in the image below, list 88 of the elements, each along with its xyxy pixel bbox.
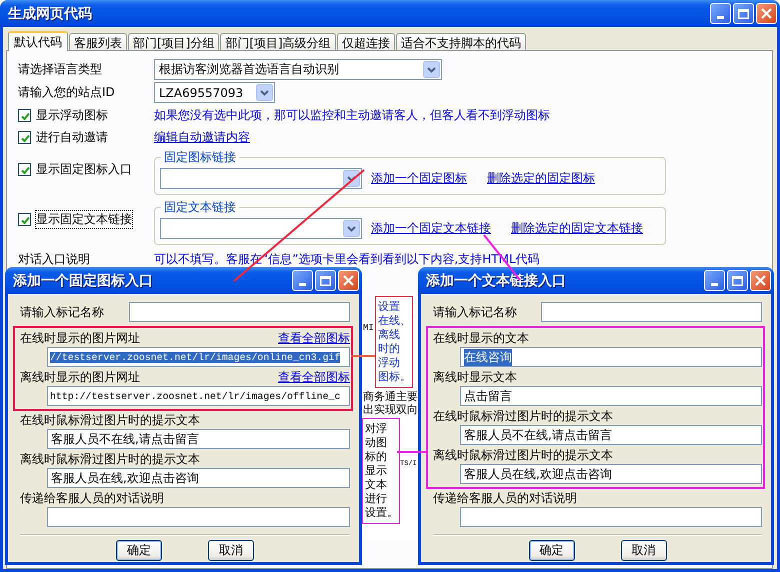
link[interactable]: 查看全部图标 [278,368,350,386]
close-icon [755,275,766,286]
input-field[interactable]: http://testserver.zoosnet.net/lr/images/offline_c [47,386,350,406]
close-icon [761,8,772,19]
input-field[interactable]: 客服人员不在线,请点击留言 [47,429,350,449]
input-field[interactable] [129,302,350,322]
minimize-icon [299,283,306,286]
tab[interactable]: 部门[项目]分组 [128,33,220,50]
field-label: 请选择语言类型 [18,61,102,78]
field-label: 离线时显示文本 [433,369,517,386]
link[interactable]: 查看全部图标 [278,330,350,346]
field-label: 请输入标记名称 [433,304,517,321]
checkbox-label[interactable]: 进行自动邀请 [36,128,108,146]
field-label: 离线时显示的图片网址 [20,369,140,386]
checkbox[interactable] [18,212,31,226]
callout-note: 对浮动图标的显示文本进行设置。 [362,418,400,524]
field-label: 传递给客服人员的对话说明 [433,490,577,507]
checkbox[interactable] [18,162,31,176]
input-field[interactable]: 客服人员在线,欢迎点击咨询 [47,468,350,488]
input-field[interactable]: 客服人员在线,欢迎点击咨询 [460,464,762,484]
chevron-icon [423,61,440,78]
group-title: 固定图标链接 [161,149,239,166]
link[interactable]: 添加一个固定图标 [371,170,467,186]
input-field[interactable] [47,507,350,527]
input-field[interactable]: 在线咨询 [460,347,762,367]
minimize-button[interactable] [704,270,725,291]
checkbox-label[interactable]: 显示固定图标入口 [36,160,132,178]
checkbox[interactable] [18,130,31,144]
dropdown-field[interactable] [160,218,362,238]
close-button[interactable] [750,270,771,291]
field-label: 在线时鼠标滑过图片时的提示文本 [433,408,613,425]
close-button[interactable] [756,3,777,24]
code-text: MI [363,322,374,334]
field-label: 离线时鼠标滑过图片时的提示文本 [20,451,200,468]
link[interactable]: 删除选定的固定文本链接 [511,220,643,236]
dropdown-field[interactable] [160,168,362,188]
dialog-button[interactable]: 确定 [116,540,162,561]
dialog-button[interactable]: 确定 [528,540,574,561]
hint-text: 如果您没有选中此项，那可以监控和主动邀请客人，但客人看不到浮动图标 [154,106,550,124]
link[interactable]: 编辑自动邀请内容 [154,128,250,146]
maximize-icon [320,276,331,286]
checkbox[interactable] [18,108,31,122]
minimize-button[interactable] [292,270,313,291]
checkbox-label[interactable]: 显示固定文本链接 [36,210,132,228]
leader-line [351,355,375,357]
dialog-button[interactable]: 取消 [620,540,666,561]
dropdown-field[interactable]: LZA69557093 [154,82,275,103]
dialog-button[interactable]: 取消 [208,540,254,561]
close-button[interactable] [338,270,359,291]
maximize-button[interactable] [733,3,754,24]
field-label: 请输入标记名称 [20,304,104,321]
input-field[interactable]: 客服人员不在线,请点击留言 [460,425,762,445]
link[interactable]: 删除选定的固定图标 [487,170,595,186]
checkbox-label[interactable]: 显示浮动图标 [36,106,108,124]
window-title: 添加一个固定图标入口 [13,272,154,290]
tab[interactable]: 仅超连接 [336,33,395,50]
maximize-button[interactable] [727,270,748,291]
minimize-icon [711,283,718,286]
callout-note: 设置在线、离线时的浮动图标。 [375,296,413,388]
tab[interactable]: 部门[项目]高级分组 [220,33,336,50]
field-label: 对话入口说明 [18,250,90,268]
field-label: 离线时鼠标滑过图片时的提示文本 [433,447,613,464]
code-text: 出实现双向 [363,405,418,417]
input-field[interactable]: //testserver.zoosnet.net/lr/images/online_cn3.gif [47,347,350,367]
minimize-icon [717,16,724,19]
chevron-icon [343,220,360,236]
tab[interactable]: 适合不支持脚本的代码 [396,33,526,50]
window-title: 生成网页代码 [8,4,93,22]
maximize-icon [738,8,749,18]
tab[interactable]: 默认代码 [8,31,68,51]
field-label: 在线时显示的文本 [433,330,529,347]
input-field[interactable] [541,302,762,322]
tab[interactable]: 客服列表 [69,33,127,50]
group-title: 固定文本链接 [161,199,239,216]
maximize-button[interactable] [315,270,336,291]
maximize-icon [732,276,743,286]
field-label: 传递给客服人员的对话说明 [20,490,164,507]
field-label: 在线时显示的图片网址 [20,330,140,347]
input-field[interactable] [460,507,762,527]
field-label: 在线时鼠标滑过图片时的提示文本 [20,412,200,429]
close-icon [343,275,354,286]
dropdown-field[interactable]: 根据访客浏览器首选语言自动识别 [154,59,442,80]
link[interactable]: 添加一个固定文本链接 [371,220,491,236]
input-field[interactable]: 点击留言 [460,386,762,406]
chevron-icon [256,84,273,101]
minimize-button[interactable] [710,3,731,24]
code-text: 商务通主要 [363,392,418,404]
field-label: 请输入您的站点ID [18,84,115,101]
